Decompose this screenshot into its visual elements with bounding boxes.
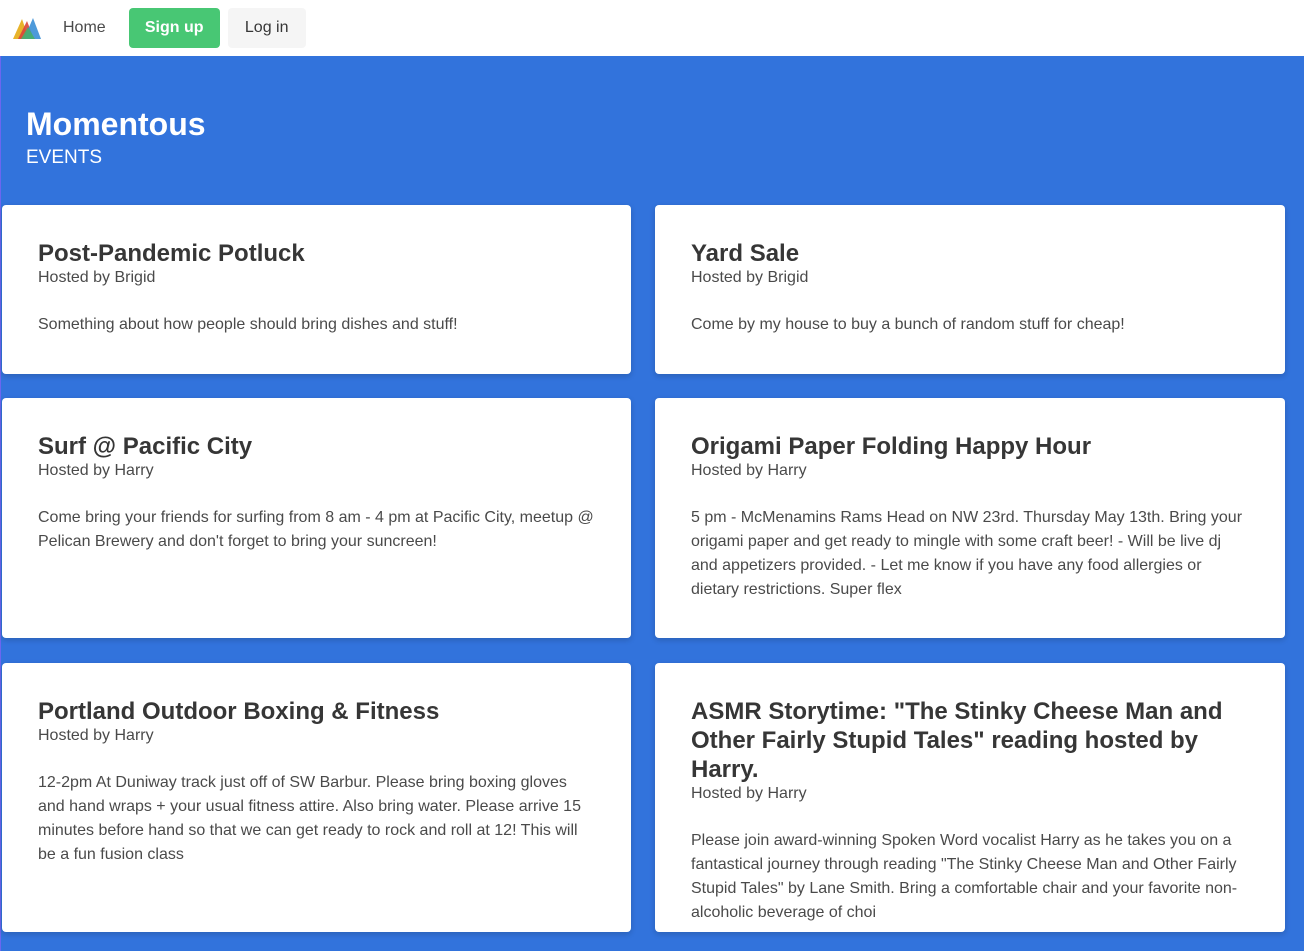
- momentous-mountain-logo-icon[interactable]: [12, 15, 42, 41]
- event-description: Please join award-winning Spoken Word vo…: [691, 832, 1238, 921]
- event-card[interactable]: Post-Pandemic Potluck Hosted by Brigid S…: [2, 205, 631, 374]
- event-title: Origami Paper Folding Happy Hour: [691, 433, 1092, 460]
- event-description: Something about how people should bring …: [38, 316, 458, 333]
- event-host: Hosted by Harry: [38, 462, 154, 479]
- event-host: Hosted by Harry: [38, 727, 154, 744]
- event-description: 12-2pm At Duniway track just off of SW B…: [38, 774, 581, 863]
- event-title: Yard Sale: [691, 240, 800, 267]
- event-card[interactable]: Yard Sale Hosted by Brigid Come by my ho…: [655, 205, 1285, 374]
- signup-button[interactable]: Sign up: [128, 8, 220, 48]
- top-navbar: Home Sign up Log in: [0, 0, 1304, 56]
- nav-home-link[interactable]: Home: [63, 19, 106, 37]
- event-host: Hosted by Harry: [691, 785, 807, 802]
- event-description: Come by my house to buy a bunch of rando…: [691, 316, 1125, 333]
- event-host: Hosted by Brigid: [38, 269, 156, 286]
- event-title: Post-Pandemic Potluck: [38, 240, 305, 267]
- event-title: ASMR Storytime: "The Stinky Cheese Man a…: [691, 698, 1223, 783]
- page-title: Momentous: [26, 106, 206, 142]
- event-title: Surf @ Pacific City: [38, 433, 253, 460]
- event-title: Portland Outdoor Boxing & Fitness: [38, 698, 440, 725]
- event-host: Hosted by Brigid: [691, 269, 809, 286]
- events-hero: Momentous EVENTS Post-Pandemic Potluck H…: [0, 56, 1304, 951]
- event-card[interactable]: ASMR Storytime: "The Stinky Cheese Man a…: [655, 663, 1285, 932]
- event-description: Come bring your friends for surfing from…: [38, 509, 594, 550]
- login-button[interactable]: Log in: [227, 8, 306, 48]
- page-subtitle: EVENTS: [26, 147, 103, 168]
- event-card[interactable]: Surf @ Pacific City Hosted by Harry Come…: [2, 398, 631, 638]
- event-card[interactable]: Portland Outdoor Boxing & Fitness Hosted…: [2, 663, 631, 932]
- event-host: Hosted by Harry: [691, 462, 807, 479]
- event-description: 5 pm - McMenamins Rams Head on NW 23rd. …: [691, 509, 1243, 598]
- event-card[interactable]: Origami Paper Folding Happy Hour Hosted …: [655, 398, 1285, 638]
